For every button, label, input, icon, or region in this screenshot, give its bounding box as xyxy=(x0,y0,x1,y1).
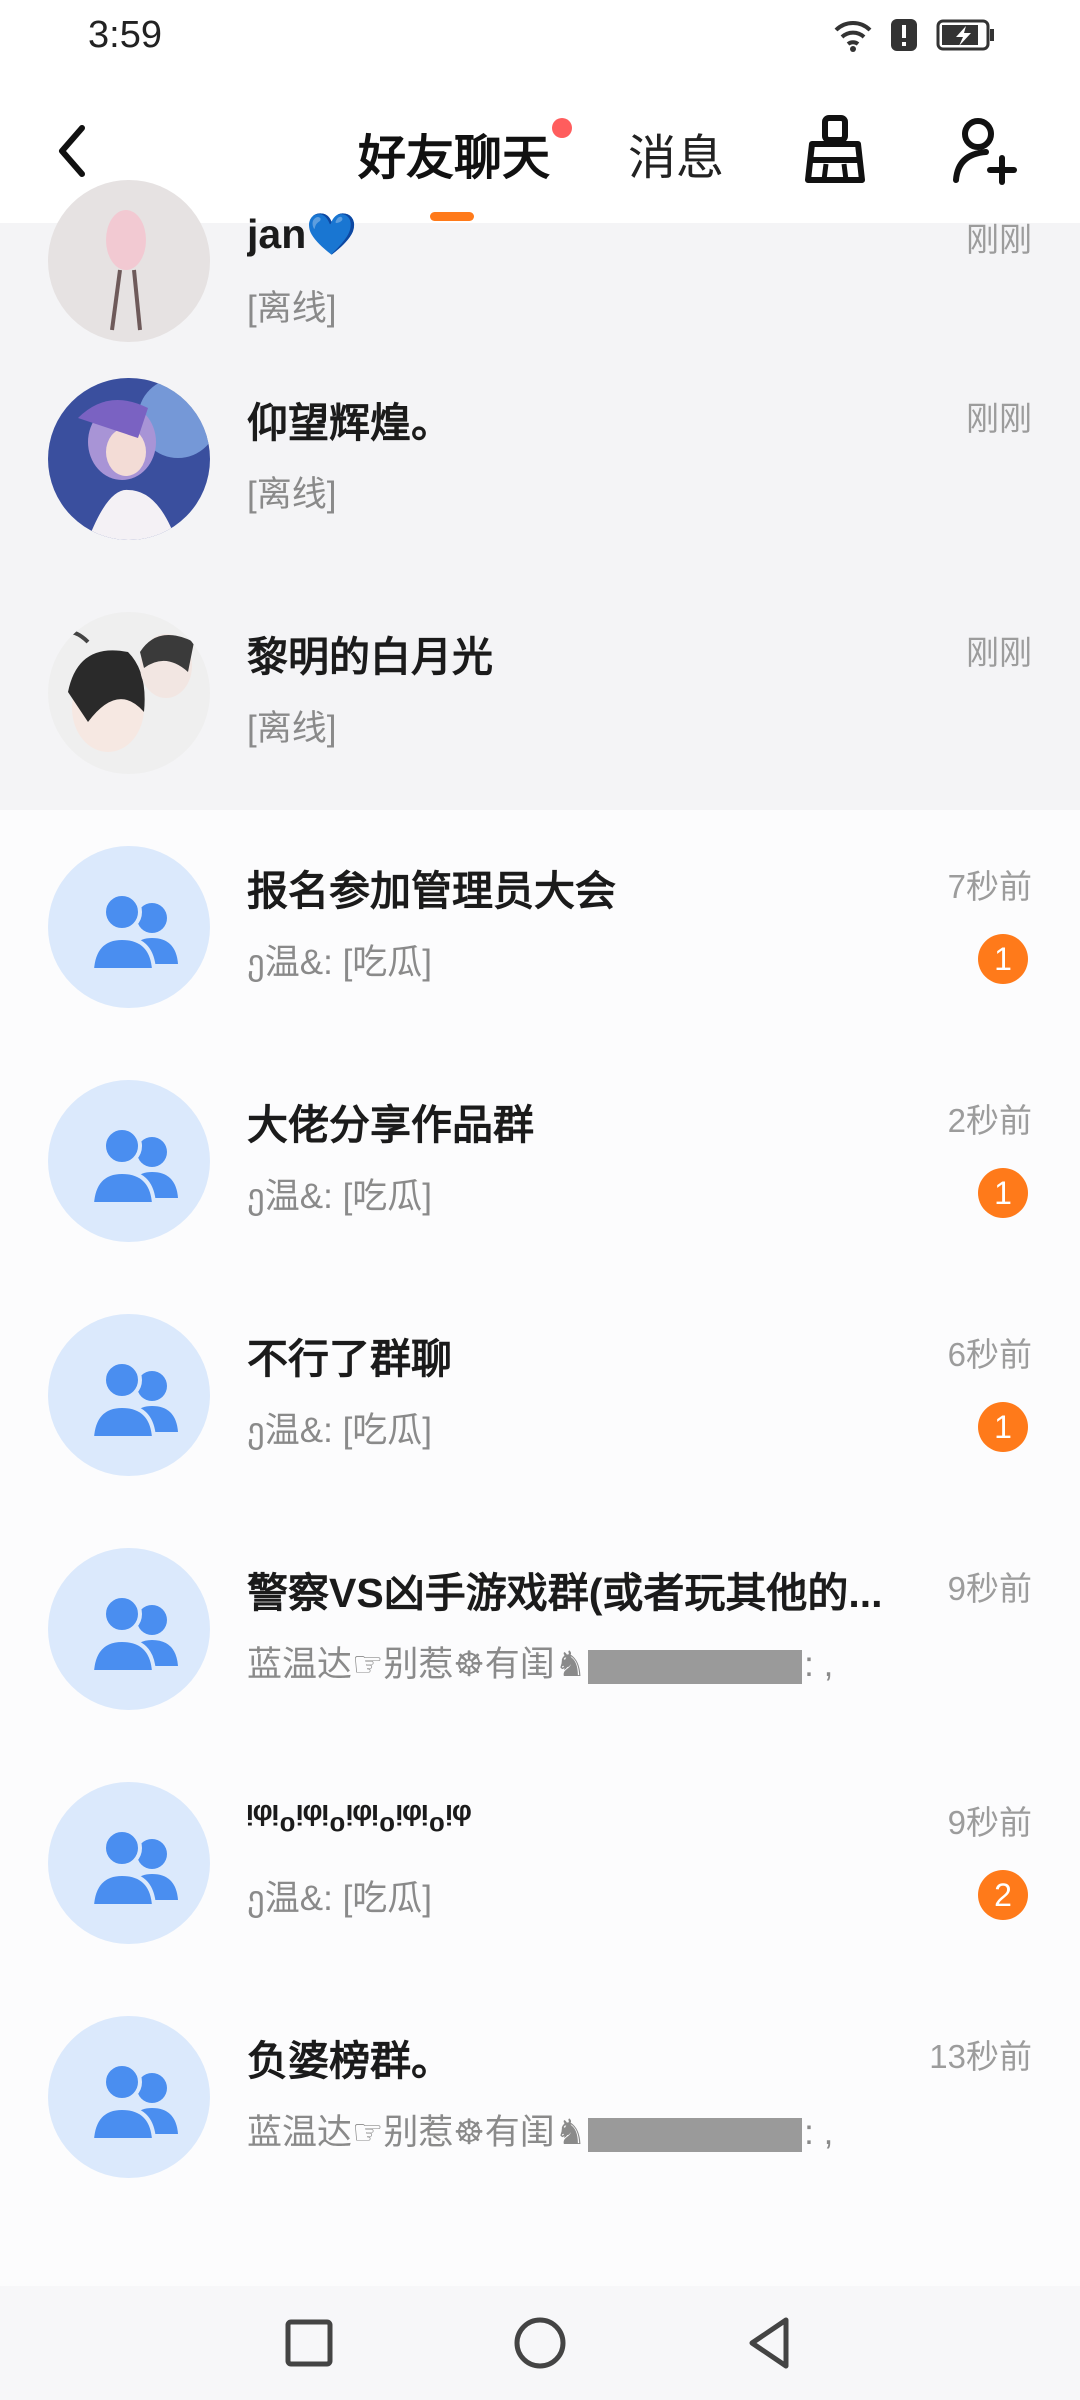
tab-messages[interactable]: 消息 xyxy=(628,118,724,188)
battery-icon xyxy=(936,18,996,57)
unread-badge: 1 xyxy=(978,934,1028,984)
group-icon xyxy=(89,2062,178,2142)
message-time: 2秒前 xyxy=(947,1102,1032,1139)
status-icons xyxy=(834,18,996,57)
unread-badge: 1 xyxy=(978,1402,1028,1452)
active-tab-indicator xyxy=(430,212,474,221)
last-message: ე温&: [吃瓜] xyxy=(247,943,433,982)
last-message: ე温&: [吃瓜] xyxy=(247,1879,433,1918)
group-row[interactable]: 警察VS凶手游戏群(或者玩其他的... 蓝温达☞别惹☸有闺♞ : , 9秒前 xyxy=(0,1512,1080,1746)
friend-status: [离线] xyxy=(247,475,337,514)
unread-dot xyxy=(552,118,572,138)
group-row[interactable]: 不行了群聊 ე温&: [吃瓜] 6秒前 1 xyxy=(0,1278,1080,1512)
group-row[interactable]: 大佬分享作品群 ე温&: [吃瓜] 2秒前 1 xyxy=(0,1044,1080,1278)
last-message-suffix: : , xyxy=(804,1645,834,1684)
group-name: 警察VS凶手游戏群(或者玩其他的... xyxy=(247,1570,883,1616)
group-icon xyxy=(89,1360,178,1440)
last-message: ე温&: [吃瓜] xyxy=(247,1411,433,1450)
friend-row[interactable]: 仰望辉煌。 [离线] 刚刚 xyxy=(0,342,1080,576)
add-friend-button[interactable] xyxy=(950,114,1020,186)
unread-badge: 1 xyxy=(978,1168,1028,1218)
add-friend-icon xyxy=(953,118,1017,185)
group-avatar xyxy=(48,2016,210,2178)
alert-icon xyxy=(890,18,918,57)
broom-icon xyxy=(805,115,865,183)
message-time: 13秒前 xyxy=(929,2038,1032,2075)
unread-badge: 2 xyxy=(978,1870,1028,1920)
redacted-block xyxy=(588,2117,803,2152)
group-name: 报名参加管理员大会 xyxy=(247,868,616,914)
status-time: 3:59 xyxy=(88,14,162,56)
friend-section: jan💙 [离线] 刚刚 仰望辉煌。 [离线] 刚刚 黎明的白月光 [离线] 刚… xyxy=(0,180,1080,810)
friend-name: 仰望辉煌。 xyxy=(247,400,452,446)
home-icon xyxy=(514,2317,566,2369)
group-row[interactable]: ᵎᵠᵎ₀ᵎᵠᵎ₀ᵎᵠᵎ₀ᵎᵠᵎ₀ᵎᵠ ე温&: [吃瓜] 9秒前 2 xyxy=(0,1746,1080,1980)
group-name: 负婆榜群。 xyxy=(247,2038,452,2084)
last-message: 蓝温达☞别惹☸有闺♞ : , xyxy=(247,2104,833,2155)
friend-status: [离线] xyxy=(247,709,337,748)
status-bar: 3:59 xyxy=(0,0,1080,78)
group-avatar xyxy=(48,1782,210,1944)
recent-apps-icon xyxy=(285,2319,333,2367)
system-back-button[interactable] xyxy=(738,2310,804,2376)
group-avatar xyxy=(48,1548,210,1710)
tab-friend-chat[interactable]: 好友聊天 xyxy=(358,118,550,188)
friend-row[interactable]: 黎明的白月光 [离线] 刚刚 xyxy=(0,576,1080,810)
message-time: 9秒前 xyxy=(947,1570,1032,1607)
conversation-list[interactable]: jan💙 [离线] 刚刚 仰望辉煌。 [离线] 刚刚 黎明的白月光 [离线] 刚… xyxy=(0,180,1080,2214)
message-time: 6秒前 xyxy=(947,1336,1032,1373)
group-name: ᵎᵠᵎ₀ᵎᵠᵎ₀ᵎᵠᵎ₀ᵎᵠᵎ₀ᵎᵠ xyxy=(247,1793,472,1839)
last-message-sender: 蓝温达☞别惹☸有闺♞ xyxy=(247,2113,587,2152)
wifi-icon xyxy=(834,18,872,57)
redacted-block xyxy=(588,1649,803,1684)
group-avatar xyxy=(48,846,210,1008)
group-row[interactable]: 报名参加管理员大会 ე温&: [吃瓜] 7秒前 1 xyxy=(0,810,1080,1044)
group-row[interactable]: 负婆榜群。 蓝温达☞别惹☸有闺♞ : , 13秒前 xyxy=(0,1980,1080,2214)
last-message: 蓝温达☞别惹☸有闺♞ : , xyxy=(247,1636,833,1687)
group-name: 大佬分享作品群 xyxy=(247,1102,534,1148)
avatar xyxy=(48,180,210,342)
last-message-sender: 蓝温达☞别惹☸有闺♞ xyxy=(247,1645,587,1684)
friend-name: jan💙 xyxy=(247,211,358,257)
message-time: 刚刚 xyxy=(966,634,1032,671)
friend-status: [离线] xyxy=(247,289,337,328)
group-avatar xyxy=(48,1314,210,1476)
home-button[interactable] xyxy=(507,2310,573,2376)
group-icon xyxy=(89,1594,178,1674)
back-button[interactable] xyxy=(48,116,98,186)
avatar xyxy=(48,378,210,540)
message-time: 7秒前 xyxy=(947,868,1032,905)
group-avatar xyxy=(48,1080,210,1242)
group-icon xyxy=(89,1126,178,1206)
group-icon xyxy=(89,892,178,972)
message-time: 9秒前 xyxy=(947,1804,1032,1841)
last-message: ე温&: [吃瓜] xyxy=(247,1177,433,1216)
message-time: 刚刚 xyxy=(966,221,1032,258)
message-time: 刚刚 xyxy=(966,400,1032,437)
last-message-suffix: : , xyxy=(804,2113,834,2152)
clear-unread-button[interactable] xyxy=(800,114,870,186)
friend-name: 黎明的白月光 xyxy=(247,634,493,680)
group-icon xyxy=(89,1828,178,1908)
group-name: 不行了群聊 xyxy=(247,1336,452,1382)
system-nav-bar xyxy=(0,2286,1080,2400)
friend-row[interactable]: jan💙 [离线] 刚刚 xyxy=(0,180,1080,342)
recent-apps-button[interactable] xyxy=(276,2310,342,2376)
avatar xyxy=(48,612,210,774)
back-arrow-icon xyxy=(59,125,85,177)
back-icon xyxy=(749,2317,789,2369)
